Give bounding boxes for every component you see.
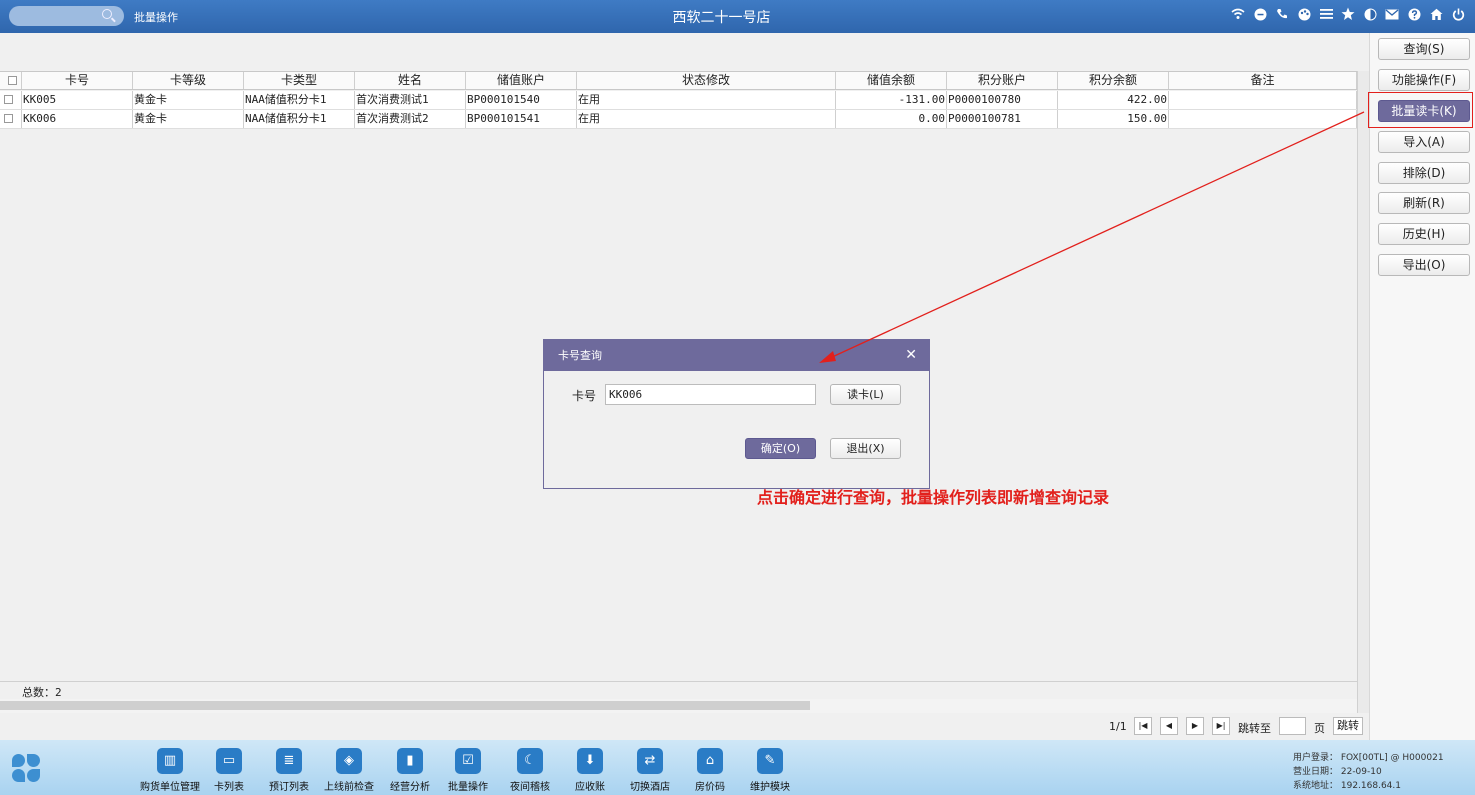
annotation-arrow bbox=[819, 111, 1365, 363]
download-icon: ⬇ bbox=[577, 748, 603, 774]
switch-icon: ⇄ bbox=[637, 748, 663, 774]
module-business-analysis[interactable]: ▮ 经营分析 bbox=[385, 748, 435, 793]
module-reservation-list[interactable]: ≣ 预订列表 bbox=[264, 748, 314, 793]
business-date: 营业日期： 22-09-10 bbox=[1293, 767, 1382, 777]
bar-chart-icon: ▮ bbox=[397, 748, 423, 774]
module-maintenance[interactable]: ✎ 维护模块 bbox=[744, 748, 796, 793]
system-address: 系统地址： 192.168.64.1 bbox=[1293, 781, 1401, 791]
moon-icon: ☾ bbox=[517, 748, 543, 774]
module-batch-operation[interactable]: ☑ 批量操作 bbox=[443, 748, 493, 793]
shield-icon: ◈ bbox=[336, 748, 362, 774]
user-login: 用户登录： FOX[00TL] @ H000021 bbox=[1293, 753, 1444, 763]
module-switch-hotel[interactable]: ⇄ 切换酒店 bbox=[624, 748, 676, 793]
checklist-icon: ☑ bbox=[455, 748, 481, 774]
annotation-text: 点击确定进行查询，批量操作列表即新增查询记录 bbox=[757, 488, 1110, 507]
card-icon: ▭ bbox=[216, 748, 242, 774]
module-card-list[interactable]: ▭ 卡列表 bbox=[207, 748, 251, 793]
house-icon: ⌂ bbox=[697, 748, 723, 774]
bottom-bar: ▥ 购货单位管理 ▭ 卡列表 ≣ 预订列表 ◈ 上线前检查 ▮ 经营分析 ☑ 批量操作 ☾ 夜… bbox=[0, 740, 1475, 795]
module-buyer-management[interactable]: ▥ 购货单位管理 bbox=[139, 748, 201, 793]
system-info: 用户登录： FOX[00TL] @ H000021 营业日期： 22-09-10… bbox=[1293, 751, 1444, 793]
module-night-audit[interactable]: ☾ 夜间稽核 bbox=[505, 748, 555, 793]
module-receivables[interactable]: ⬇ 应收账 bbox=[567, 748, 613, 793]
document-icon: ≣ bbox=[276, 748, 302, 774]
app-logo-icon bbox=[12, 754, 42, 784]
building-icon: ▥ bbox=[157, 748, 183, 774]
module-rate-code[interactable]: ⌂ 房价码 bbox=[688, 748, 732, 793]
wrench-icon: ✎ bbox=[757, 748, 783, 774]
module-precheck[interactable]: ◈ 上线前检查 bbox=[321, 748, 377, 793]
